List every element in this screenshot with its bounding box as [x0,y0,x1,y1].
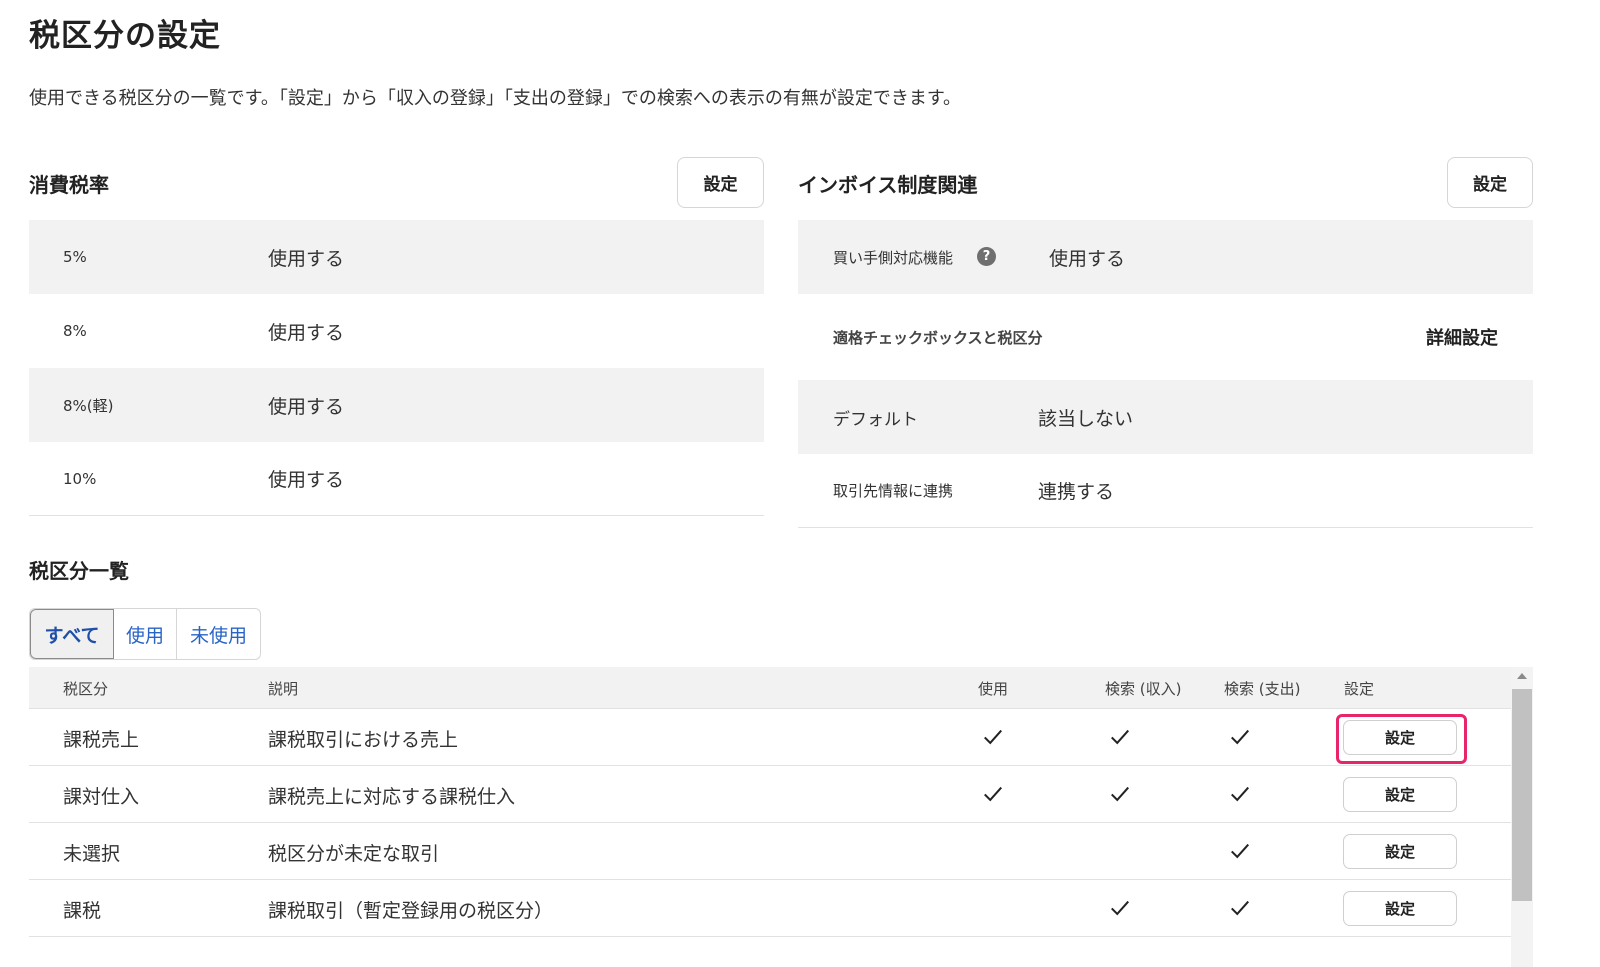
tax-category-description: 課税取引（暫定登録用の税区分） [268,900,554,922]
check-icon [1231,843,1250,859]
check-icon [1111,786,1130,802]
tax-category-description: 課税取引における売上 [268,729,459,751]
checkbox-section-label: 適格チェックボックスと税区分 [833,328,1043,347]
table-row: 課対仕入 課税売上に対応する課税仕入 設定 [29,766,1511,823]
default-label: デフォルト [833,409,918,430]
consumption-tax-table: 5% 使用する 8% 使用する 8%(軽) 使用する 10% 使用する [29,220,764,516]
tax-rate-label: 8% [63,322,87,340]
partner-link-label: 取引先情報に連携 [833,482,954,500]
column-header-search-income: 検索 (収入) [1105,680,1182,698]
table-row: 未選択 税区分が未定な取引 設定 [29,823,1511,880]
tab-used[interactable]: 使用 [114,609,177,659]
check-icon [1231,786,1250,802]
tax-rate-row: 8%(軽) 使用する [29,368,764,442]
tax-rate-row: 8% 使用する [29,294,764,368]
invoice-heading: インボイス制度関連 [798,173,978,197]
tax-list-heading: 税区分一覧 [29,559,129,583]
tax-rate-row: 10% 使用する [29,442,764,516]
tax-rate-label: 8%(軽) [63,396,114,415]
column-header-description: 説明 [268,680,299,698]
tax-list-table: 税区分 説明 使用 検索 (収入) 検索 (支出) 設定 課税売上 課税取引にお… [29,667,1511,937]
row-settings-button[interactable]: 設定 [1343,834,1457,869]
tax-rate-status: 使用する [268,321,345,344]
tax-rate-label: 5% [63,248,87,266]
detail-settings-link[interactable]: 詳細設定 [1426,324,1498,350]
check-icon [984,729,1003,745]
consumption-tax-settings-button[interactable]: 設定 [677,157,764,208]
table-row: 課税 課税取引（暫定登録用の税区分） 設定 [29,880,1511,937]
column-header-settings: 設定 [1344,680,1375,698]
row-settings-button[interactable]: 設定 [1343,720,1457,755]
buyer-feature-label: 買い手側対応機能 [833,248,954,267]
invoice-settings-button[interactable]: 設定 [1447,157,1533,208]
tax-category-name: 課税売上 [63,729,140,751]
row-settings-button[interactable]: 設定 [1343,777,1457,812]
table-header: 税区分 説明 使用 検索 (収入) 検索 (支出) 設定 [29,667,1511,709]
buyer-feature-row: 買い手側対応機能 ? 使用する [798,220,1533,294]
check-icon [984,786,1003,802]
scroll-thumb[interactable] [1512,689,1532,901]
tax-category-name: 未選択 [63,843,121,865]
invoice-table: 買い手側対応機能 ? 使用する 適格チェックボックスと税区分 詳細設定 デフォル… [798,220,1533,528]
filter-tabs: すべて 使用 未使用 [29,608,261,660]
tax-rate-status: 使用する [268,247,345,270]
vertical-scrollbar[interactable] [1511,667,1533,967]
check-icon [1231,729,1250,745]
tax-category-description: 税区分が未定な取引 [268,843,440,865]
default-row: デフォルト 該当しない [798,380,1533,454]
column-header-tax-category: 税区分 [63,680,109,698]
buyer-feature-value: 使用する [1049,247,1126,270]
tax-rate-status: 使用する [268,469,345,491]
partner-link-row: 取引先情報に連携 連携する [798,454,1533,528]
check-icon [1231,900,1250,916]
consumption-tax-heading: 消費税率 [29,173,109,197]
tab-unused[interactable]: 未使用 [177,609,260,659]
tax-rate-label: 10% [63,469,97,488]
page-description: 使用できる税区分の一覧です。「設定」から「収入の登録」「支出の登録」での検索への… [29,88,962,109]
column-header-use: 使用 [978,680,1009,698]
check-icon [1111,729,1130,745]
check-icon [1111,900,1130,916]
tab-all[interactable]: すべて [30,609,114,659]
row-settings-button[interactable]: 設定 [1343,891,1457,926]
help-icon[interactable]: ? [977,247,996,266]
tax-rate-row: 5% 使用する [29,220,764,294]
default-value: 該当しない [1038,407,1134,430]
table-row: 課税売上 課税取引における売上 設定 [29,709,1511,766]
partner-link-value: 連携する [1038,481,1115,503]
tax-category-description: 課税売上に対応する課税仕入 [268,786,516,808]
tax-category-name: 課税 [63,900,102,922]
checkbox-section-row: 適格チェックボックスと税区分 詳細設定 [798,294,1533,380]
tax-rate-status: 使用する [268,395,345,418]
tax-category-name: 課対仕入 [63,786,140,808]
column-header-search-expense: 検索 (支出) [1224,680,1301,698]
scroll-up-arrow-icon[interactable] [1517,673,1527,679]
page-title: 税区分の設定 [29,18,221,54]
